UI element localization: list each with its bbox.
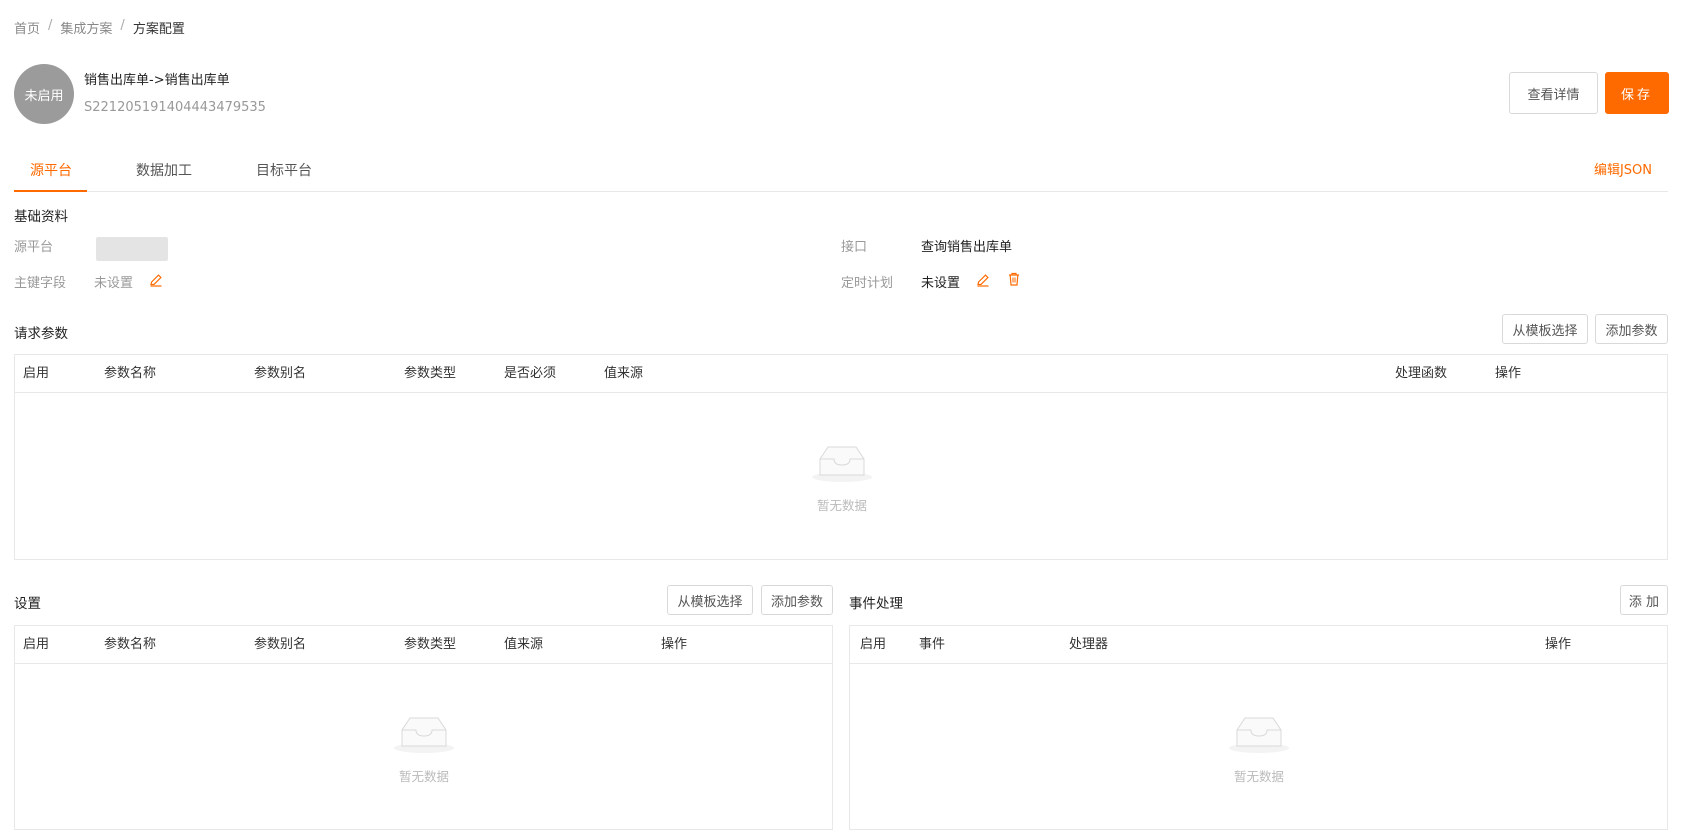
schedule-label: 定时计划: [841, 276, 894, 291]
breadcrumb-current: 方案配置: [132, 22, 185, 37]
breadcrumb: 首页 / 集成方案 / 方案配置: [14, 18, 185, 37]
table-header: 启用 事件 处理器 操作: [850, 626, 1667, 664]
column-header: 参数名称: [104, 637, 157, 652]
column-header: 启用: [860, 637, 887, 652]
schedule-edit-icon[interactable]: [975, 272, 991, 288]
view-details-button[interactable]: 查看详情: [1509, 72, 1598, 114]
request-template-button[interactable]: 从模板选择: [1502, 314, 1588, 344]
column-header: 操作: [1545, 637, 1572, 652]
settings-add-param-button[interactable]: 添加参数: [761, 585, 833, 615]
column-header: 是否必须: [504, 366, 557, 381]
primary-key-edit-icon[interactable]: [148, 272, 164, 288]
primary-key-value: 未设置: [94, 276, 134, 291]
request-params-table: 启用 参数名称 参数别名 参数类型 是否必须 值来源 处理函数 操作 暂无数据: [14, 354, 1668, 560]
settings-title: 设置: [14, 596, 41, 612]
tab-data-processing[interactable]: 数据加工: [136, 150, 192, 192]
empty-text: 暂无数据: [398, 769, 449, 784]
plan-title: 销售出库单->销售出库单: [84, 73, 230, 88]
request-params-title: 请求参数: [14, 326, 68, 342]
empty-state: 暂无数据: [782, 441, 902, 514]
settings-template-button[interactable]: 从模板选择: [667, 585, 753, 615]
source-platform-value-masked: [96, 237, 168, 261]
edit-json-link[interactable]: 编辑JSON: [1594, 150, 1652, 192]
schedule-value: 未设置: [921, 276, 961, 291]
inbox-icon: [782, 441, 902, 487]
interface-label: 接口: [841, 240, 868, 255]
settings-table: 启用 参数名称 参数别名 参数类型 值来源 操作 暂无数据: [14, 625, 833, 830]
column-header: 事件: [919, 637, 946, 652]
inbox-icon: [1199, 712, 1319, 758]
empty-text: 暂无数据: [816, 498, 867, 513]
empty-state: 暂无数据: [1199, 712, 1319, 785]
column-header: 参数类型: [404, 637, 457, 652]
column-header: 操作: [1495, 366, 1522, 381]
interface-value: 查询销售出库单: [921, 240, 1013, 255]
events-table: 启用 事件 处理器 操作 暂无数据: [849, 625, 1668, 830]
column-header: 启用: [23, 637, 50, 652]
status-avatar: 未启用: [14, 64, 74, 124]
basic-info-title: 基础资料: [14, 209, 68, 225]
empty-text: 暂无数据: [1233, 769, 1284, 784]
column-header: 参数别名: [254, 366, 307, 381]
plan-code: S221205191404443479535: [84, 100, 266, 115]
column-header: 处理函数: [1395, 366, 1448, 381]
column-header: 启用: [23, 366, 50, 381]
primary-key-label: 主键字段: [14, 276, 67, 291]
tab-source-platform[interactable]: 源平台: [30, 150, 72, 192]
events-add-button[interactable]: 添 加: [1620, 585, 1668, 615]
breadcrumb-home[interactable]: 首页: [14, 18, 40, 37]
table-header: 启用 参数名称 参数别名 参数类型 是否必须 值来源 处理函数 操作: [15, 355, 1667, 393]
column-header: 值来源: [504, 637, 544, 652]
column-header: 操作: [661, 637, 688, 652]
column-header: 参数名称: [104, 366, 157, 381]
source-platform-label: 源平台: [14, 240, 54, 255]
column-header: 值来源: [604, 366, 644, 381]
tab-bar: 源平台 数据加工 目标平台 编辑JSON: [14, 150, 1668, 192]
breadcrumb-separator: /: [120, 18, 125, 33]
inbox-icon: [364, 712, 484, 758]
breadcrumb-integration-plans[interactable]: 集成方案: [60, 18, 112, 37]
empty-state: 暂无数据: [364, 712, 484, 785]
breadcrumb-separator: /: [48, 18, 53, 33]
column-header: 参数类型: [404, 366, 457, 381]
tab-target-platform[interactable]: 目标平台: [256, 150, 312, 192]
save-button[interactable]: 保存: [1605, 72, 1669, 114]
request-add-param-button[interactable]: 添加参数: [1595, 314, 1668, 344]
column-header: 参数别名: [254, 637, 307, 652]
events-title: 事件处理: [849, 596, 903, 612]
active-tab-indicator: [14, 190, 87, 192]
table-header: 启用 参数名称 参数别名 参数类型 值来源 操作: [15, 626, 832, 664]
schedule-delete-icon[interactable]: [1006, 271, 1022, 287]
column-header: 处理器: [1069, 637, 1109, 652]
